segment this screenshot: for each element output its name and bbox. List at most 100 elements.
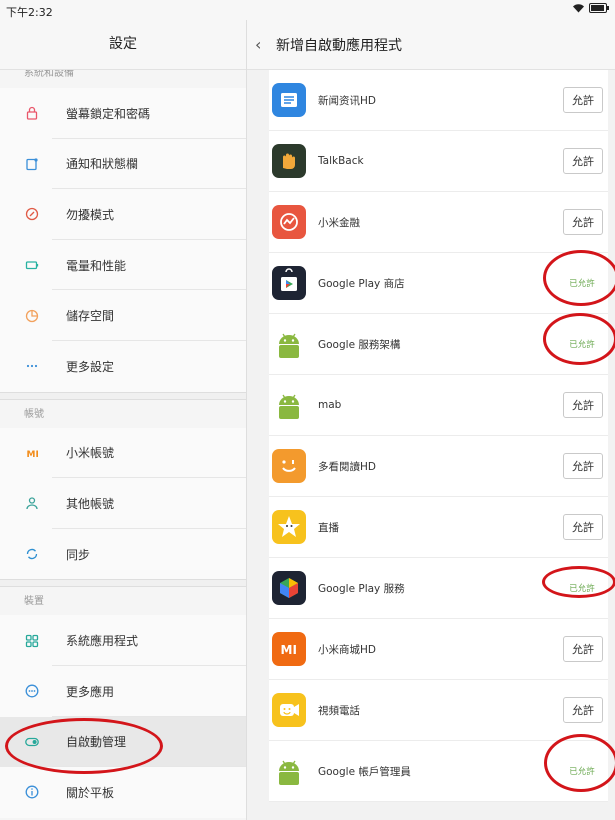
allow-button[interactable]: 允許 — [563, 453, 603, 479]
mi-store-icon: MI — [272, 632, 306, 666]
app-row: 新闻资讯HD 允許 — [269, 70, 608, 131]
mi-account-icon: MI — [25, 446, 39, 460]
video-call-icon — [272, 693, 306, 727]
do-not-disturb-icon — [25, 207, 39, 221]
more-icon — [25, 359, 39, 373]
more-apps-icon — [25, 684, 39, 698]
allow-button[interactable]: 允許 — [563, 697, 603, 723]
sync-icon — [25, 547, 39, 561]
settings-group-device: 系統應用程式 更多應用自啟動管理關於平板 — [0, 615, 246, 818]
sidebar-item-label: 更多設定 — [66, 359, 115, 374]
sidebar-item[interactable]: 更多應用 — [0, 666, 246, 717]
app-name: 新闻资讯HD — [318, 94, 376, 107]
allowed-status: 已允許 — [569, 584, 595, 594]
sidebar-item-label: 通知和狀態欄 — [66, 157, 139, 172]
storage-icon — [25, 309, 39, 323]
sidebar-item[interactable]: 電量和性能 — [0, 240, 246, 291]
app-name: Google 帳戶管理員 — [318, 765, 411, 778]
sidebar-item[interactable]: 更多設定 — [0, 341, 246, 392]
sidebar-item-label: 小米帳號 — [66, 446, 115, 461]
sidebar-item-label: 電量和性能 — [66, 258, 127, 273]
sidebar-item[interactable]: 關於平板 — [0, 767, 246, 818]
app-name: Google 服務架構 — [318, 338, 401, 351]
app-row: Google Play 商店 已允許 — [269, 253, 608, 314]
battery-icon — [25, 258, 39, 272]
allow-button[interactable]: 允許 — [563, 636, 603, 662]
android-icon — [272, 327, 306, 361]
sidebar-item-label: 勿擾模式 — [66, 207, 115, 222]
settings-sidebar: 設定 系統和設備 螢幕鎖定和密碼 通知和狀態欄 勿擾模式 電量和性能 儲存空間 更多設定 … — [0, 20, 247, 820]
sidebar-item[interactable]: 儲存空間 — [0, 290, 246, 341]
sidebar-item-label: 自啟動管理 — [66, 735, 127, 750]
notification-icon — [25, 157, 39, 171]
reader-icon — [272, 449, 306, 483]
allow-button[interactable]: 允許 — [563, 148, 603, 174]
sidebar-item[interactable]: 勿擾模式 — [0, 189, 246, 240]
status-time: 下午2:32 — [6, 6, 53, 19]
app-row: Google 帳戶管理員 已允許 — [269, 741, 608, 802]
autostart-panel: ‹ 新增自啟動應用程式 新闻资讯HD 允許 TalkBack 允許 小米金融 允許 Goog… — [247, 20, 615, 820]
app-row: Google Play 服務 已允許 — [269, 558, 608, 619]
status-bar: 下午2:32 — [0, 0, 615, 20]
section-label-account: 帳號 — [0, 398, 246, 428]
app-row: 多看閱讀HD 允許 — [269, 436, 608, 497]
sidebar-item[interactable]: 系統應用程式 — [0, 615, 246, 666]
section-label-system: 系統和設備 — [24, 70, 74, 79]
sidebar-item-label: 更多應用 — [66, 684, 115, 699]
settings-group-system: 螢幕鎖定和密碼 通知和狀態欄 勿擾模式電量和性能儲存空間更多設定 — [0, 88, 246, 392]
app-name: Google Play 商店 — [318, 277, 405, 290]
app-name: 小米商城HD — [318, 643, 376, 656]
sidebar-item[interactable]: 同步 — [0, 529, 246, 580]
toggle-icon — [25, 735, 39, 749]
app-row: 視頻電話 允許 — [269, 680, 608, 741]
app-name: Google Play 服務 — [318, 582, 405, 595]
sidebar-item-label: 螢幕鎖定和密碼 — [66, 106, 151, 121]
allow-button[interactable]: 允許 — [563, 209, 603, 235]
app-row: TalkBack 允許 — [269, 131, 608, 192]
sidebar-title: 設定 — [0, 20, 246, 70]
app-row: Google 服務架構 已允許 — [269, 314, 608, 375]
play-store-icon — [272, 266, 306, 300]
app-row: 小米金融 允許 — [269, 192, 608, 253]
allow-button[interactable]: 允許 — [563, 392, 603, 418]
app-name: mab — [318, 399, 342, 411]
sidebar-item-label: 關於平板 — [66, 785, 115, 800]
info-icon — [25, 785, 39, 799]
allow-button[interactable]: 允許 — [563, 514, 603, 540]
allowed-status: 已允許 — [569, 767, 595, 777]
app-name: 直播 — [318, 521, 339, 534]
sidebar-item[interactable]: MI 小米帳號 — [0, 428, 246, 479]
svg-text:MI: MI — [281, 643, 297, 657]
play-services-icon — [272, 571, 306, 605]
sidebar-item-label: 同步 — [66, 547, 91, 562]
panel-title: 新增自啟動應用程式 — [276, 37, 402, 54]
talkback-icon — [272, 144, 306, 178]
android-icon — [272, 754, 306, 788]
news-icon — [272, 83, 306, 117]
allowed-status: 已允許 — [569, 279, 595, 289]
app-row: MI 小米商城HD 允許 — [269, 619, 608, 680]
user-icon — [25, 496, 39, 510]
android-icon — [272, 388, 306, 422]
app-name: 視頻電話 — [318, 704, 360, 717]
sidebar-item[interactable]: 自啟動管理 — [0, 716, 246, 768]
apps-icon — [25, 634, 39, 648]
live-icon — [272, 510, 306, 544]
back-arrow-icon[interactable]: ‹ — [255, 35, 269, 54]
app-row: 直播 允許 — [269, 497, 608, 558]
finance-icon — [272, 205, 306, 239]
sidebar-item[interactable]: 通知和狀態欄 — [0, 139, 246, 190]
allow-button[interactable]: 允許 — [563, 87, 603, 113]
sidebar-item-label: 儲存空間 — [66, 309, 115, 324]
sidebar-item[interactable]: 其他帳號 — [0, 478, 246, 529]
sidebar-item-label: 系統應用程式 — [66, 634, 139, 649]
app-name: TalkBack — [318, 155, 364, 167]
sidebar-item[interactable]: 螢幕鎖定和密碼 — [0, 88, 246, 139]
app-name: 小米金融 — [318, 216, 360, 229]
allowed-status: 已允許 — [569, 340, 595, 350]
app-row: mab 允許 — [269, 375, 608, 436]
settings-group-account: MI 小米帳號其他帳號同步 — [0, 427, 246, 580]
app-name: 多看閱讀HD — [318, 460, 376, 473]
section-label-device: 裝置 — [0, 586, 246, 615]
wifi-icon — [573, 4, 584, 13]
